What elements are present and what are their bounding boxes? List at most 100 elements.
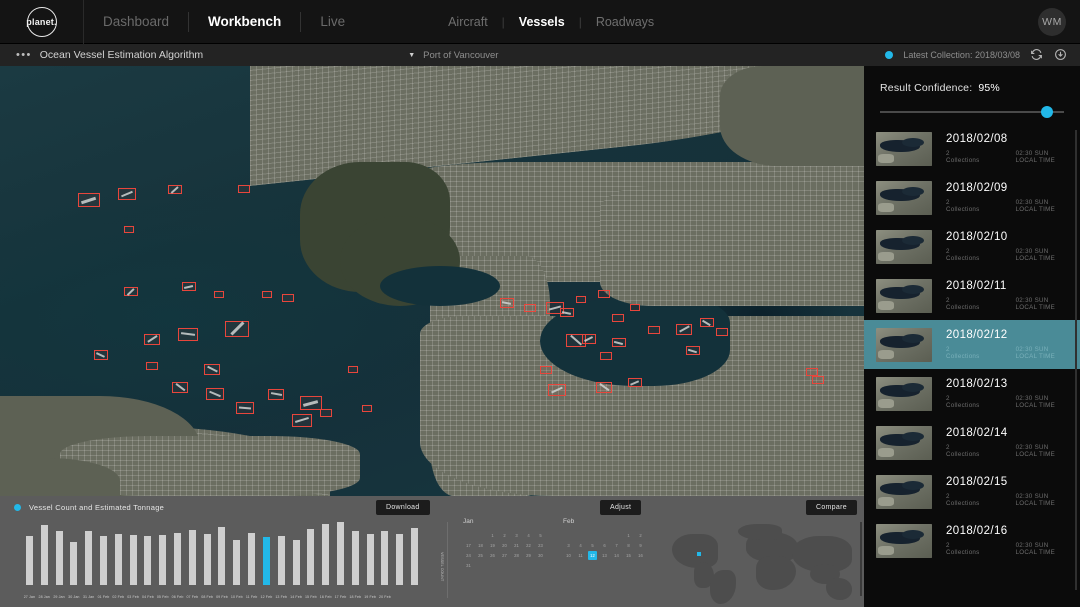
date-range-calendar[interactable]: Jan··12345171819202122232425262728293031… (455, 518, 655, 607)
calendar-day[interactable]: 23 (535, 541, 546, 550)
chart-bar[interactable] (336, 522, 344, 585)
vessel-detection-box[interactable] (78, 193, 100, 207)
vessel-detection-box[interactable] (292, 414, 312, 427)
chart-bar[interactable] (55, 530, 63, 585)
calendar-day[interactable]: 26 (487, 551, 498, 560)
vessel-detection-box[interactable] (94, 350, 108, 360)
nav-item-dashboard[interactable]: Dashboard (84, 0, 188, 44)
chart-bar[interactable] (174, 532, 182, 585)
vessel-detection-box[interactable] (124, 287, 138, 296)
bar-cell[interactable] (274, 522, 289, 585)
list-item[interactable]: 2018/02/10 2 Collections 02:30 SUN LOCAL T… (864, 222, 1080, 271)
calendar-day[interactable]: 2 (635, 531, 646, 540)
chart-bar[interactable] (351, 531, 359, 585)
menu-dots-icon[interactable]: ••• (0, 49, 40, 61)
bar-cell[interactable] (185, 522, 200, 585)
bar-cell[interactable] (37, 522, 52, 585)
chart-bar[interactable] (307, 529, 315, 585)
bar-cell[interactable] (141, 522, 156, 585)
chevron-down-icon[interactable]: ▼ (408, 52, 415, 59)
calendar-day[interactable]: 11 (575, 551, 586, 560)
chart-bar[interactable] (144, 535, 152, 585)
avatar[interactable]: WM (1038, 7, 1066, 36)
nav-item-aircraft[interactable]: Aircraft (434, 15, 502, 29)
list-item[interactable]: 2018/02/12 2 Collections 02:30 SUN LOCAL T… (864, 320, 1080, 369)
chart-bar[interactable] (159, 534, 167, 585)
bar-cell[interactable] (318, 522, 333, 585)
calendar-day[interactable]: 28 (511, 551, 522, 560)
calendar-day[interactable]: 17 (463, 541, 474, 550)
chart-bar[interactable] (40, 525, 48, 585)
vessel-detection-box[interactable] (548, 384, 566, 396)
calendar-day[interactable]: 20 (499, 541, 510, 550)
list-item[interactable]: 2018/02/15 2 Collections 02:30 SUN LOCAL T… (864, 467, 1080, 516)
satellite-map-view[interactable] (0, 66, 864, 496)
collection-date-list[interactable]: 2018/02/08 2 Collections 02:30 SUN LOCAL T… (864, 124, 1080, 607)
chart-bar[interactable] (292, 539, 300, 585)
vessel-detection-box[interactable] (262, 291, 272, 298)
vessel-detection-box[interactable] (282, 294, 294, 302)
chart-bar[interactable] (85, 531, 93, 585)
vessel-detection-box[interactable] (124, 226, 134, 233)
list-item[interactable]: 2018/02/16 2 Collections 02:30 SUN LOCAL T… (864, 516, 1080, 565)
vessel-detection-box[interactable] (168, 185, 182, 194)
vessel-detection-box[interactable] (630, 304, 640, 311)
calendar-day[interactable]: 5 (587, 541, 598, 550)
bar-cell[interactable] (289, 522, 304, 585)
planet-logo[interactable]: planet. (0, 0, 84, 44)
chart-bar[interactable] (99, 535, 107, 585)
vessel-detection-box[interactable] (118, 188, 136, 200)
calendar-day[interactable]: 15 (623, 551, 634, 560)
calendar-day[interactable]: 22 (523, 541, 534, 550)
calendar-day[interactable]: 9 (635, 541, 646, 550)
vessel-detection-box[interactable] (172, 382, 188, 393)
calendar-day[interactable]: 24 (463, 551, 474, 560)
vessel-detection-box[interactable] (204, 364, 220, 375)
chart-bar[interactable] (366, 533, 374, 585)
vessel-detection-box[interactable] (524, 304, 536, 312)
list-item[interactable]: 2018/02/08 2 Collections 02:30 SUN LOCAL T… (864, 124, 1080, 173)
list-item[interactable]: 2018/02/14 2 Collections 02:30 SUN LOCAL T… (864, 418, 1080, 467)
bar-cell[interactable] (348, 522, 363, 585)
calendar-day[interactable]: 3 (563, 541, 574, 550)
bar-cell[interactable] (81, 522, 96, 585)
bar-cell[interactable] (96, 522, 111, 585)
nav-item-vessels[interactable]: Vessels (505, 15, 579, 29)
vessel-detection-box[interactable] (716, 328, 728, 336)
vessel-detection-box[interactable] (540, 366, 552, 374)
vessel-detection-box[interactable] (598, 290, 610, 298)
bar-cell[interactable] (52, 522, 67, 585)
vessel-detection-box[interactable] (500, 298, 514, 308)
calendar-day[interactable]: 16 (635, 551, 646, 560)
bar-cell[interactable] (170, 522, 185, 585)
calendar-day[interactable]: 1 (623, 531, 634, 540)
aoi-selector-label[interactable]: Port of Vancouver (423, 50, 498, 61)
sidebar-scrollbar[interactable] (1075, 130, 1077, 590)
chart-bar[interactable] (25, 536, 33, 585)
calendar-day[interactable]: 29 (523, 551, 534, 560)
chart-bar[interactable] (203, 533, 211, 585)
adjust-button[interactable]: Adjust (600, 500, 642, 515)
bar-cell[interactable] (378, 522, 393, 585)
world-map-thumbnail[interactable] (660, 516, 864, 607)
refresh-icon[interactable] (1030, 48, 1044, 62)
calendar-day[interactable]: 13 (599, 551, 610, 560)
calendar-day[interactable]: 19 (487, 541, 498, 550)
list-item[interactable]: 2018/02/13 2 Collections 02:30 SUN LOCAL T… (864, 369, 1080, 418)
bar-cell[interactable] (303, 522, 318, 585)
chart-bar[interactable] (114, 534, 122, 585)
list-item[interactable]: 2018/02/09 2 Collections 02:30 SUN LOCAL T… (864, 173, 1080, 222)
chart-bar[interactable] (277, 536, 285, 585)
calendar-day[interactable]: 27 (499, 551, 510, 560)
vessel-detection-box[interactable] (576, 296, 586, 303)
slider-knob[interactable] (1040, 106, 1053, 118)
calendar-day[interactable]: 2 (499, 531, 510, 540)
calendar-day[interactable]: 4 (523, 531, 534, 540)
calendar-day[interactable]: 21 (511, 541, 522, 550)
calendar-day[interactable]: 8 (623, 541, 634, 550)
vessel-detection-box[interactable] (596, 382, 612, 393)
calendar-day[interactable]: 30 (535, 551, 546, 560)
vessel-detection-box[interactable] (206, 388, 224, 400)
calendar-day[interactable]: 6 (599, 541, 610, 550)
vessel-detection-box[interactable] (686, 346, 700, 355)
